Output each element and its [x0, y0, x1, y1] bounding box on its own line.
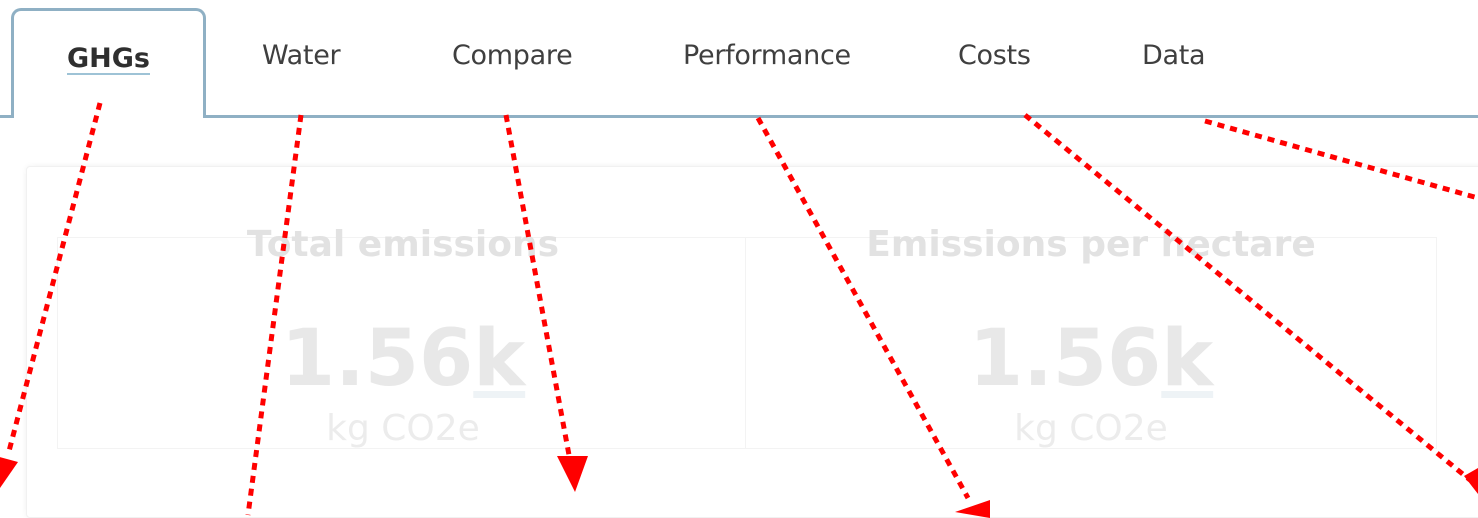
tab-ghgs[interactable]: GHGs [11, 8, 206, 118]
total-emissions-card: Total emissions 1.56k kg CO2e [57, 224, 749, 449]
tab-data[interactable]: Data [1142, 40, 1206, 71]
card-value-number: 1.56 [968, 314, 1162, 404]
card-value: 1.56k [746, 320, 1436, 398]
tab-performance[interactable]: Performance [683, 40, 851, 71]
page: GHGs Water Compare Performance Costs Dat… [0, 0, 1478, 518]
card-value-suffix: k [1161, 314, 1214, 404]
card-value-number: 1.56 [280, 314, 474, 404]
card-unit: kg CO2e [326, 408, 480, 449]
card-value-suffix: k [473, 314, 526, 404]
tab-ghgs-label: GHGs [67, 43, 150, 74]
arrowhead-ghgs [0, 457, 18, 488]
tab-baseline [0, 115, 1478, 118]
card-title: Total emissions [246, 224, 560, 265]
content-panel: Total emissions 1.56k kg CO2e Emissions … [26, 166, 1478, 518]
emissions-per-hectare-card: Emissions per hectare 1.56k kg CO2e [745, 224, 1437, 449]
tab-bar: GHGs Water Compare Performance Costs Dat… [0, 0, 1478, 118]
tab-compare[interactable]: Compare [452, 40, 573, 71]
tab-water[interactable]: Water [262, 40, 341, 71]
card-title: Emissions per hectare [866, 224, 1316, 265]
tab-costs[interactable]: Costs [958, 40, 1031, 71]
card-unit: kg CO2e [1014, 408, 1168, 449]
card-value: 1.56k [58, 320, 748, 398]
